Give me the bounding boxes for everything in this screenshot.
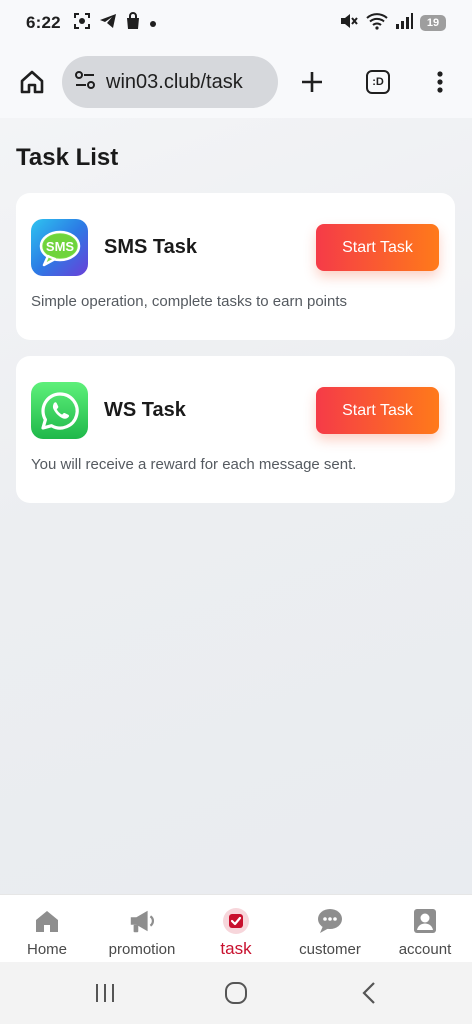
- start-ws-task-button[interactable]: Start Task: [316, 387, 439, 434]
- nav-label: account: [398, 941, 452, 958]
- home-nav-button[interactable]: [221, 978, 251, 1008]
- status-left-icons: [73, 11, 157, 35]
- task-name: WS Task: [104, 399, 186, 421]
- nav-item-home[interactable]: Home: [16, 895, 78, 963]
- plus-icon: [302, 72, 322, 92]
- chat-icon: [316, 907, 344, 935]
- browser-menu-button[interactable]: [426, 66, 454, 98]
- task-description: Simple operation, complete tasks to earn…: [31, 293, 348, 310]
- battery-icon: 19: [420, 15, 446, 31]
- megaphone-icon: [128, 907, 156, 935]
- sms-icon-text: SMS: [45, 239, 74, 254]
- new-tab-button[interactable]: [296, 66, 328, 98]
- page-content: Task List SMS SMS Task Start Task Simple…: [0, 118, 472, 894]
- home-circle-icon: [225, 982, 247, 1004]
- back-button[interactable]: [354, 978, 384, 1008]
- nav-item-task[interactable]: task: [206, 895, 266, 963]
- task-description: You will receive a reward for each messa…: [31, 456, 357, 473]
- recent-apps-button[interactable]: [90, 978, 120, 1008]
- task-name: SMS Task: [104, 236, 197, 258]
- site-settings-icon[interactable]: [74, 69, 96, 96]
- tab-switcher-button[interactable]: :D: [362, 66, 394, 98]
- status-right: 19: [339, 12, 446, 35]
- status-time: 6:22: [26, 13, 61, 32]
- nav-label: task: [220, 939, 252, 958]
- browser-toolbar: win03.club/task :D: [0, 46, 472, 118]
- whatsapp-icon: [31, 382, 88, 439]
- dot-icon: [149, 13, 157, 33]
- nav-label: customer: [299, 941, 361, 958]
- page-title: Task List: [16, 144, 119, 171]
- browser-home-button[interactable]: [16, 66, 48, 98]
- task-check-icon: [222, 907, 250, 935]
- home-icon: [33, 907, 61, 935]
- back-chevron-icon: [362, 982, 375, 1004]
- start-sms-task-button[interactable]: Start Task: [316, 224, 439, 271]
- sms-app-icon: SMS: [31, 219, 88, 276]
- url-text: win03.club/task: [106, 70, 243, 93]
- status-bar: 6:22 19: [0, 0, 472, 46]
- more-vert-icon: [437, 71, 443, 93]
- nav-label: promotion: [108, 941, 176, 958]
- task-card-sms: SMS SMS Task Start Task Simple operation…: [16, 193, 455, 340]
- home-icon: [20, 70, 44, 94]
- signal-icon: [395, 12, 413, 35]
- system-nav-bar: [0, 962, 472, 1024]
- nav-item-customer[interactable]: customer: [290, 895, 370, 963]
- bottom-nav: Home promotion task customer account: [0, 894, 472, 962]
- screen: 6:22 19 win03.club/task:D Task List SMS…: [0, 0, 472, 1024]
- wifi-icon: [366, 12, 388, 35]
- mute-icon: [339, 12, 359, 35]
- address-bar[interactable]: win03.club/task: [62, 56, 278, 108]
- nav-label: Home: [26, 941, 67, 958]
- telegram-icon: [99, 12, 117, 35]
- recent-apps-icon: [96, 984, 114, 1002]
- shopping-bag-icon: [125, 11, 141, 35]
- task-card-ws: WS Task Start Task You will receive a re…: [16, 356, 455, 503]
- tab-switcher-icon: :D: [366, 70, 390, 94]
- screenshot-icon: [73, 12, 91, 35]
- nav-item-promotion[interactable]: promotion: [100, 895, 184, 963]
- nav-item-account[interactable]: account: [392, 895, 458, 963]
- account-icon: [411, 907, 439, 935]
